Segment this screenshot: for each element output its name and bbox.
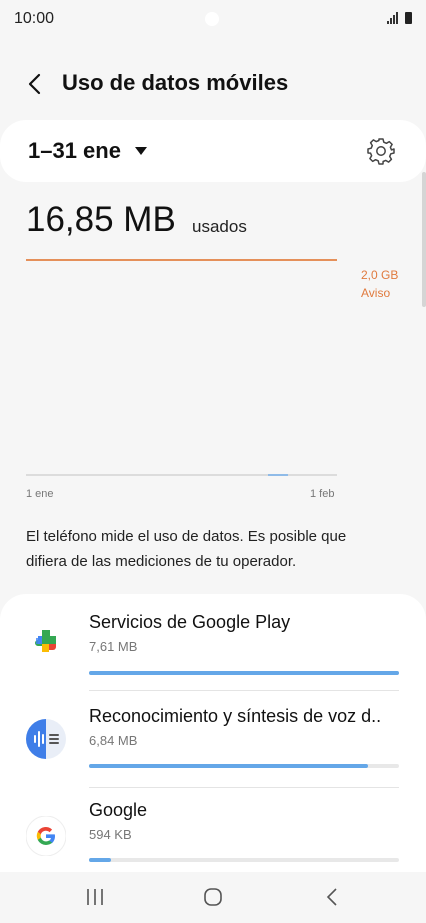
list-item-app[interactable]: Reconocimiento y síntesis de voz d.. 6,8… — [0, 691, 426, 787]
period-range-label: 1–31 ene — [28, 138, 121, 163]
warning-limit-value: 2,0 GB — [361, 268, 399, 282]
recent-apps-icon[interactable] — [82, 886, 108, 908]
x-axis-end-label: 1 feb — [310, 488, 335, 500]
google-play-services-icon — [26, 622, 66, 662]
back-icon[interactable] — [320, 886, 346, 908]
speech-recognition-icon — [26, 719, 66, 759]
usage-bar-fill — [89, 764, 368, 768]
warning-limit-line — [26, 259, 337, 261]
usage-bar — [89, 671, 399, 675]
status-bar: 10:00 — [0, 0, 426, 40]
battery-icon — [405, 12, 412, 24]
usage-bar-fill — [89, 671, 399, 675]
signal-icon — [387, 12, 398, 24]
app-name: Google — [89, 800, 148, 820]
usage-bar-fill — [89, 858, 111, 862]
status-icons — [387, 12, 412, 24]
status-time: 10:00 — [14, 10, 55, 27]
usage-suffix: usados — [192, 217, 247, 236]
period-dropdown[interactable]: 1–31 ene — [28, 138, 147, 164]
app-data-size: 594 KB — [89, 827, 132, 842]
navigation-bar — [0, 872, 426, 923]
usage-amount: 16,85 MB — [26, 200, 176, 239]
back-arrow-icon[interactable] — [22, 70, 50, 98]
app-name: Reconocimiento y síntesis de voz d.. — [89, 706, 382, 726]
app-usage-list: Servicios de Google Play 7,61 MB Reconoc… — [0, 594, 426, 872]
camera-cutout — [205, 12, 219, 26]
chart-usage-mark — [268, 474, 288, 476]
app-name: Servicios de Google Play — [89, 612, 291, 632]
gear-icon[interactable] — [366, 136, 396, 166]
warning-limit-label: Aviso — [361, 286, 391, 300]
list-item-app[interactable]: Servicios de Google Play 7,61 MB — [0, 594, 426, 690]
app-header: Uso de datos móviles — [0, 64, 426, 104]
usage-bar — [89, 858, 399, 862]
measurement-note: El teléfono mide el uso de datos. Es pos… — [26, 528, 347, 570]
x-axis-start-label: 1 ene — [26, 488, 54, 500]
list-item-app[interactable]: Google 594 KB — [0, 788, 426, 872]
period-card: 1–31 ene — [0, 120, 426, 182]
usage-bar — [89, 764, 399, 768]
app-data-size: 7,61 MB — [89, 639, 138, 654]
app-data-size: 6,84 MB — [89, 733, 138, 748]
chart-baseline — [26, 474, 337, 476]
page-title: Uso de datos móviles — [62, 70, 289, 95]
usage-chart: 2,0 GB Aviso 1 ene 1 feb — [0, 250, 426, 510]
caret-down-icon — [134, 147, 147, 155]
scrollbar[interactable] — [422, 172, 426, 307]
google-icon — [25, 815, 67, 857]
home-icon[interactable] — [200, 886, 226, 908]
